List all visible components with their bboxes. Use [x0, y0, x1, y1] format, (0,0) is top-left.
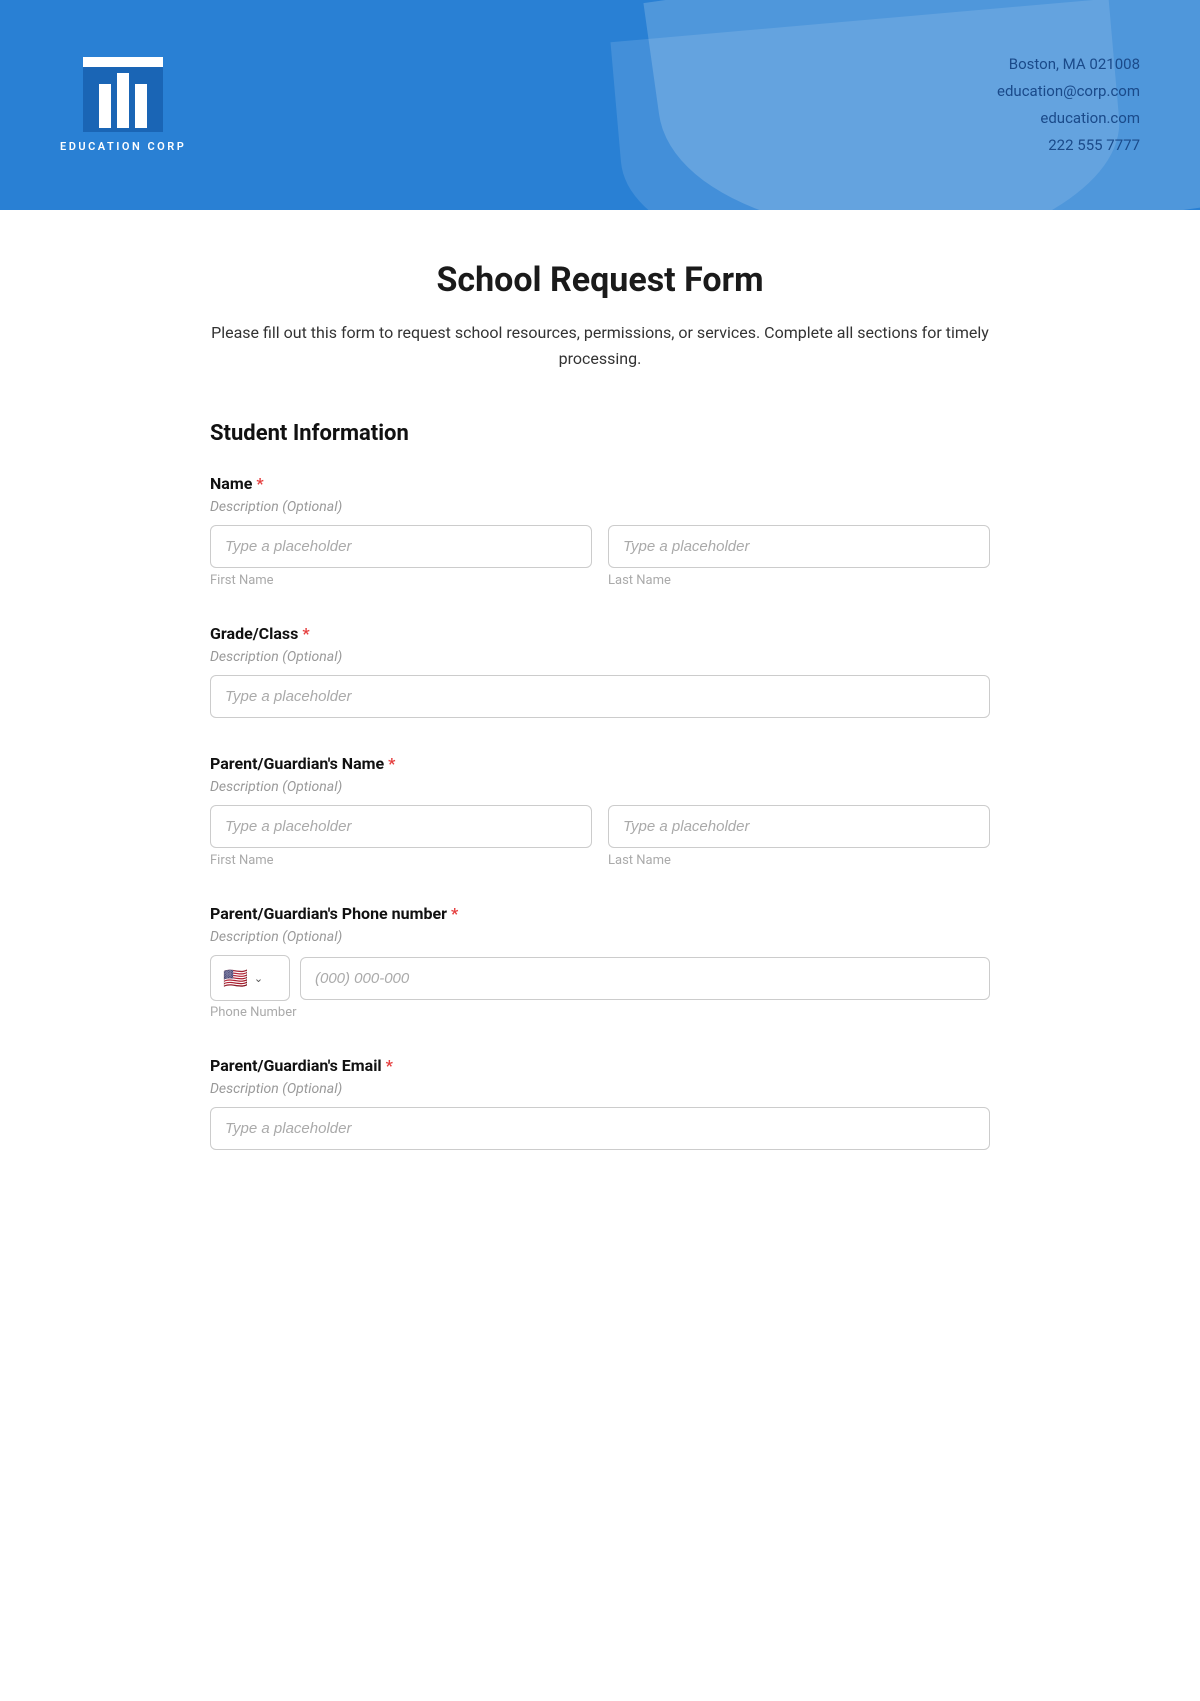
grade-description: Description (Optional) [210, 649, 990, 665]
guardian-last-name-col: Last Name [608, 805, 990, 868]
form-subtitle: Please fill out this form to request sch… [210, 320, 990, 371]
phone-sub-label: Phone Number [210, 1005, 297, 1020]
first-name-input[interactable] [210, 525, 592, 568]
grade-input[interactable] [210, 675, 990, 718]
guardian-email-label: Parent/Guardian's Email * [210, 1056, 990, 1075]
phone-input[interactable] [300, 957, 990, 1000]
form-title: School Request Form [210, 260, 990, 300]
last-name-label: Last Name [608, 573, 990, 588]
logo-area: EDUCATION CORP [60, 57, 186, 153]
name-input-row: First Name Last Name [210, 525, 990, 588]
field-group-guardian-email: Parent/Guardian's Email * Description (O… [210, 1056, 990, 1150]
guardian-phone-description: Description (Optional) [210, 929, 990, 945]
guardian-name-input-row: First Name Last Name [210, 805, 990, 868]
guardian-name-description: Description (Optional) [210, 779, 990, 795]
phone-input-wrap [300, 957, 990, 1000]
header-phone: 222 555 7777 [997, 132, 1140, 159]
guardian-last-name-label: Last Name [608, 853, 990, 868]
field-group-grade: Grade/Class * Description (Optional) [210, 624, 990, 718]
logo-text: EDUCATION CORP [60, 140, 186, 153]
guardian-last-name-input[interactable] [608, 805, 990, 848]
field-group-guardian-name: Parent/Guardian's Name * Description (Op… [210, 754, 990, 868]
guardian-email-required: * [386, 1056, 393, 1075]
page-header: EDUCATION CORP Boston, MA 021008 educati… [0, 0, 1200, 210]
guardian-phone-label: Parent/Guardian's Phone number * [210, 904, 990, 923]
grade-label: Grade/Class * [210, 624, 990, 643]
field-group-name: Name * Description (Optional) First Name… [210, 474, 990, 588]
main-content: School Request Form Please fill out this… [170, 210, 1030, 1266]
header-email: education@corp.com [997, 78, 1140, 105]
name-label: Name * [210, 474, 990, 493]
guardian-name-required: * [388, 754, 395, 773]
section-student-title: Student Information [210, 421, 990, 446]
name-required: * [256, 474, 263, 493]
name-description: Description (Optional) [210, 499, 990, 515]
first-name-label: First Name [210, 573, 592, 588]
guardian-first-name-label: First Name [210, 853, 592, 868]
header-info: Boston, MA 021008 education@corp.com edu… [997, 51, 1140, 159]
guardian-first-name-input[interactable] [210, 805, 592, 848]
logo-icon [83, 57, 163, 132]
last-name-col: Last Name [608, 525, 990, 588]
country-selector[interactable]: 🇺🇸 ⌄ [210, 955, 290, 1001]
header-website: education.com [997, 105, 1140, 132]
phone-row: 🇺🇸 ⌄ [210, 955, 990, 1001]
chevron-down-icon: ⌄ [254, 972, 263, 985]
guardian-email-description: Description (Optional) [210, 1081, 990, 1097]
field-group-guardian-phone: Parent/Guardian's Phone number * Descrip… [210, 904, 990, 1020]
guardian-phone-required: * [451, 904, 458, 923]
flag-icon: 🇺🇸 [223, 966, 248, 990]
first-name-col: First Name [210, 525, 592, 588]
guardian-name-label: Parent/Guardian's Name * [210, 754, 990, 773]
guardian-first-name-col: First Name [210, 805, 592, 868]
grade-required: * [302, 624, 309, 643]
last-name-input[interactable] [608, 525, 990, 568]
header-address: Boston, MA 021008 [997, 51, 1140, 78]
guardian-email-input[interactable] [210, 1107, 990, 1150]
